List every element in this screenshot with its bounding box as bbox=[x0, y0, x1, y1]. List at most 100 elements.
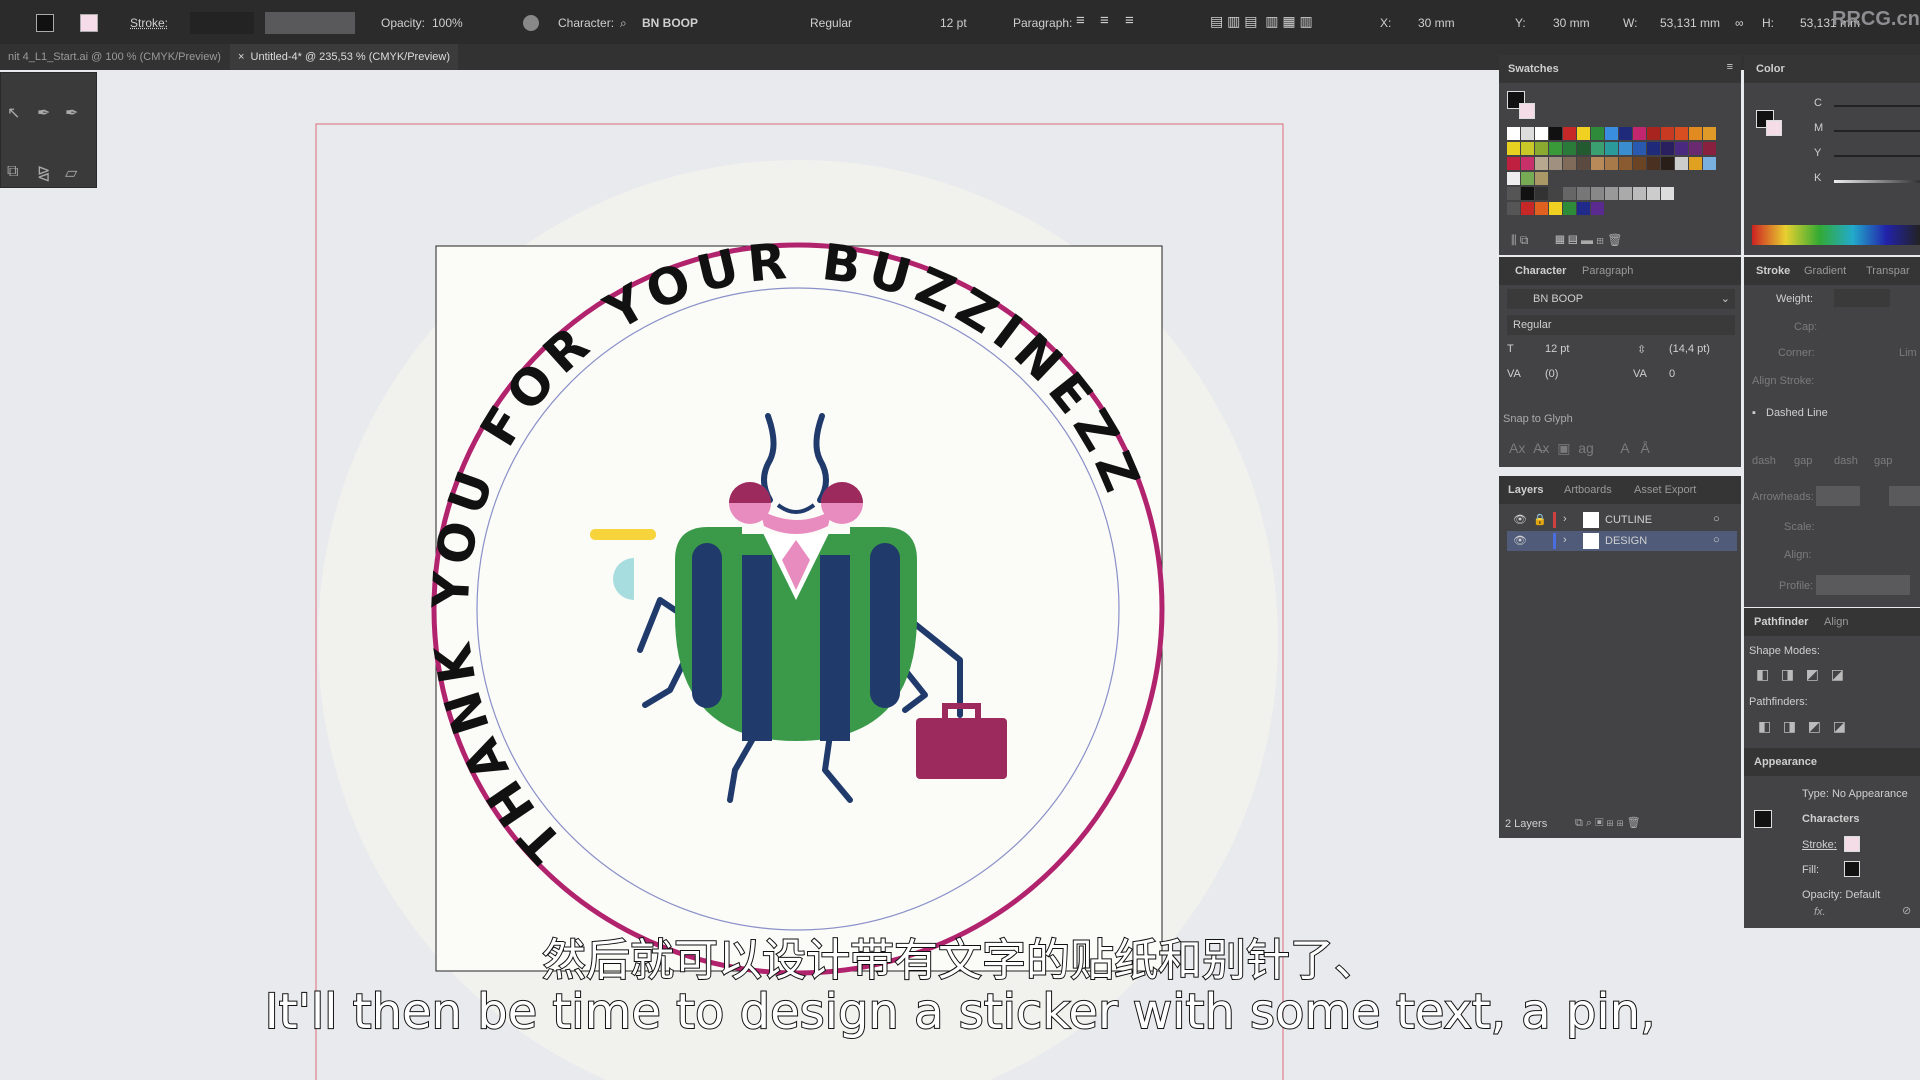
swatch[interactable] bbox=[1633, 187, 1646, 200]
layer-name[interactable]: CUTLINE bbox=[1605, 514, 1652, 526]
swatch[interactable] bbox=[1507, 157, 1520, 170]
y-slider[interactable] bbox=[1834, 155, 1920, 157]
swatch[interactable] bbox=[1563, 202, 1576, 215]
stroke-link[interactable]: Stroke: bbox=[1802, 839, 1837, 851]
swatch[interactable] bbox=[1647, 157, 1660, 170]
swatch[interactable] bbox=[1521, 157, 1534, 170]
lock-icon[interactable]: 🔒 bbox=[1533, 513, 1547, 526]
swatch[interactable] bbox=[1535, 202, 1548, 215]
swatch[interactable] bbox=[1577, 157, 1590, 170]
swatch[interactable] bbox=[1549, 187, 1562, 200]
swatch[interactable] bbox=[1535, 127, 1548, 140]
swatch[interactable] bbox=[1549, 157, 1562, 170]
swatches-tab[interactable]: Swatches bbox=[1508, 63, 1559, 75]
swatch[interactable] bbox=[1689, 157, 1702, 170]
swatch[interactable] bbox=[1563, 157, 1576, 170]
target-icon[interactable]: ○ bbox=[1713, 534, 1720, 546]
pathfinder-buttons[interactable]: ◧ ◨ ◩ ◪ bbox=[1758, 718, 1846, 735]
c-slider[interactable] bbox=[1834, 105, 1920, 107]
swatch[interactable] bbox=[1577, 202, 1590, 215]
swatch-footer-icons[interactable]: ⫼ ⧉ ▦ ▤ ▬ ⊞ 🗑 bbox=[1511, 233, 1623, 248]
tab-artboards[interactable]: Artboards bbox=[1564, 484, 1612, 496]
stroke-swatch[interactable] bbox=[1519, 103, 1535, 119]
tab-pathfinder[interactable]: Pathfinder bbox=[1754, 616, 1808, 628]
font-style-field[interactable]: Regular bbox=[1507, 315, 1735, 335]
tab-paragraph[interactable]: Paragraph bbox=[1582, 265, 1633, 277]
characters-label[interactable]: Characters bbox=[1802, 813, 1859, 825]
swatch[interactable] bbox=[1647, 142, 1660, 155]
m-slider[interactable] bbox=[1834, 130, 1920, 132]
stroke-swatch[interactable] bbox=[1844, 836, 1860, 852]
swatch[interactable] bbox=[1633, 127, 1646, 140]
panel-menu-icon[interactable]: ≡ bbox=[1727, 61, 1733, 73]
tab-asset-export[interactable]: Asset Export bbox=[1634, 484, 1696, 496]
swatch[interactable] bbox=[1591, 202, 1604, 215]
swatch[interactable] bbox=[1535, 172, 1548, 185]
swatch[interactable] bbox=[1647, 127, 1660, 140]
swatch[interactable] bbox=[1661, 142, 1674, 155]
swatch[interactable] bbox=[1591, 142, 1604, 155]
swatch[interactable] bbox=[1619, 142, 1632, 155]
tab-stroke[interactable]: Stroke bbox=[1756, 265, 1790, 277]
swatch[interactable] bbox=[1549, 202, 1562, 215]
swatch[interactable] bbox=[1507, 202, 1520, 215]
swatch[interactable] bbox=[1605, 187, 1618, 200]
shape-mode-buttons[interactable]: ◧ ◨ ◩ ◪ bbox=[1756, 666, 1844, 683]
swatch[interactable] bbox=[1689, 127, 1702, 140]
swatch[interactable] bbox=[1507, 127, 1520, 140]
swatch[interactable] bbox=[1507, 172, 1520, 185]
swatch[interactable] bbox=[1563, 187, 1576, 200]
swatch[interactable] bbox=[1577, 187, 1590, 200]
swatch[interactable] bbox=[1521, 172, 1534, 185]
opacity-row[interactable]: Opacity: Default bbox=[1802, 889, 1880, 901]
fill-label[interactable]: Fill: bbox=[1802, 864, 1819, 876]
tab-gradient[interactable]: Gradient bbox=[1804, 265, 1846, 277]
swatch[interactable] bbox=[1661, 157, 1674, 170]
swatch[interactable] bbox=[1563, 127, 1576, 140]
swatch[interactable] bbox=[1703, 127, 1716, 140]
swatch[interactable] bbox=[1591, 127, 1604, 140]
weight-field[interactable] bbox=[1834, 289, 1890, 307]
swatch[interactable] bbox=[1689, 142, 1702, 155]
swatch[interactable] bbox=[1535, 187, 1548, 200]
swatch[interactable] bbox=[1521, 202, 1534, 215]
swatch[interactable] bbox=[1675, 157, 1688, 170]
swatch[interactable] bbox=[1675, 127, 1688, 140]
swatch[interactable] bbox=[1521, 142, 1534, 155]
swatch[interactable] bbox=[1507, 187, 1520, 200]
layers-footer-icons[interactable]: ⧉ ⌕ ▣ ⊞ ⊞ 🗑 bbox=[1575, 816, 1641, 830]
swatch[interactable] bbox=[1605, 142, 1618, 155]
color-spectrum[interactable] bbox=[1752, 225, 1920, 245]
swatch[interactable] bbox=[1521, 187, 1534, 200]
tab-align[interactable]: Align bbox=[1824, 616, 1848, 628]
kerning-field[interactable]: (0) bbox=[1545, 368, 1558, 380]
tracking-field[interactable]: 0 bbox=[1669, 368, 1675, 380]
swatch[interactable] bbox=[1703, 157, 1716, 170]
swatch[interactable] bbox=[1535, 157, 1548, 170]
tab-appearance[interactable]: Appearance bbox=[1754, 756, 1817, 768]
arrowhead-start-select[interactable] bbox=[1816, 486, 1860, 506]
tab-layers[interactable]: Layers bbox=[1508, 484, 1543, 496]
swatch[interactable] bbox=[1619, 157, 1632, 170]
swatch[interactable] bbox=[1661, 127, 1674, 140]
swatch[interactable] bbox=[1633, 142, 1646, 155]
k-slider[interactable] bbox=[1834, 180, 1920, 183]
tab-transparency[interactable]: Transpar bbox=[1866, 265, 1910, 277]
layer-row-cutline[interactable]: 👁 🔒 › CUTLINE ○ bbox=[1507, 510, 1737, 530]
expand-icon[interactable]: › bbox=[1563, 513, 1567, 525]
arrowhead-end-select[interactable] bbox=[1889, 486, 1920, 506]
swatch[interactable] bbox=[1619, 187, 1632, 200]
swatch[interactable] bbox=[1507, 142, 1520, 155]
swatch[interactable] bbox=[1591, 187, 1604, 200]
font-size-field[interactable]: 12 pt bbox=[1545, 343, 1569, 355]
clear-appearance-icon[interactable]: ⊘ bbox=[1902, 904, 1911, 917]
target-icon[interactable]: ○ bbox=[1713, 513, 1720, 525]
swatch[interactable] bbox=[1563, 142, 1576, 155]
swatch[interactable] bbox=[1661, 187, 1674, 200]
profile-select[interactable] bbox=[1816, 575, 1910, 595]
swatch[interactable] bbox=[1647, 187, 1660, 200]
swatch[interactable] bbox=[1605, 127, 1618, 140]
swatch[interactable] bbox=[1549, 142, 1562, 155]
swatch[interactable] bbox=[1549, 127, 1562, 140]
swatch[interactable] bbox=[1577, 127, 1590, 140]
